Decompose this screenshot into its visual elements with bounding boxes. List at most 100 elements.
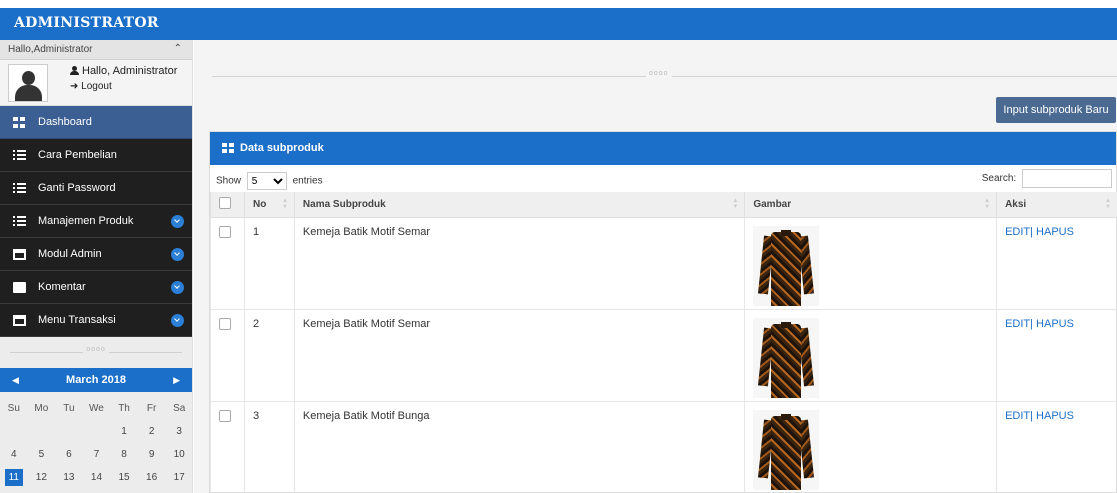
calendar-day[interactable]: 7 [83, 443, 111, 466]
table-row: 2 Kemeja Batik Motif Semar EDIT| HAPUS [210, 308, 1117, 402]
sidebar-item-label: Manajemen Produk [38, 215, 134, 227]
column-header-action[interactable]: Aksi ▲ ▼ [996, 192, 1117, 218]
sidebar-item-label: Dashboard [38, 116, 92, 128]
edit-delete-link[interactable]: EDIT| HAPUS [1005, 318, 1074, 330]
sort-icon: ▲ ▼ [984, 198, 991, 210]
calendar-weekday: Tu [63, 403, 75, 414]
arrow-right-icon: ➜ [70, 81, 79, 92]
search-input[interactable] [1022, 169, 1112, 188]
row-image-cell [744, 308, 998, 402]
chevron-down-icon[interactable] [171, 215, 184, 228]
product-image [753, 225, 820, 306]
calendar-header: ◀ March 2018 ▶ [0, 368, 192, 392]
row-no: 3 [243, 400, 295, 493]
row-no: 2 [243, 308, 295, 402]
select-all-header [210, 192, 245, 218]
user-panel-header[interactable]: Hallo,Administrator ⌃ [0, 40, 192, 60]
calendar-day[interactable]: 2 [138, 420, 166, 443]
chevron-down-icon[interactable] [171, 314, 184, 327]
row-checkbox[interactable] [219, 409, 231, 422]
add-subproduct-button[interactable]: Input subproduk Baru [996, 97, 1116, 123]
main-content: oooo Input subproduk Baru Data subproduk… [194, 40, 1117, 493]
calendar-day-number: 11 [4, 469, 23, 486]
list-icon [13, 216, 26, 227]
column-header-name[interactable]: Nama Subproduk ▲ ▼ [293, 192, 746, 218]
show-label: Show [216, 175, 242, 187]
select-all-checkbox[interactable] [219, 196, 231, 209]
sidebar: Hallo,Administrator ⌃ Hallo, Administrat… [0, 40, 193, 493]
calendar-day [28, 420, 56, 443]
calendar-day[interactable]: 14 [83, 466, 111, 489]
row-image-cell [744, 216, 998, 310]
calendar-day[interactable]: 4 [0, 443, 28, 466]
top-bar: ADMINISTRATOR [0, 0, 1117, 40]
row-checkbox[interactable] [219, 317, 231, 330]
calendar-grid: Su Mo Tu We Th Fr Sa 1 2 3 4 5 6 7 8 9 10 11 12 13 14 15 16 17 [0, 397, 193, 489]
calendar-day[interactable]: 6 [55, 443, 83, 466]
sidebar-item-cara-pembelian[interactable]: Cara Pembelian [0, 139, 192, 172]
calendar-day[interactable]: 9 [138, 443, 166, 466]
calendar-day[interactable]: 5 [28, 443, 56, 466]
logout-link[interactable]: ➜ Logout [70, 81, 177, 92]
calendar-day[interactable]: 3 [165, 420, 193, 443]
user-greeting-text: Hallo, Administrator [82, 65, 178, 77]
data-panel: Data subproduk Show 5 entries Search: No… [209, 131, 1117, 493]
list-icon [13, 183, 26, 194]
calendar-day-number: 2 [148, 426, 155, 437]
chevron-up-icon[interactable]: ⌃ [174, 43, 182, 54]
logout-label: Logout [81, 81, 112, 92]
calendar-day-number: 14 [90, 472, 103, 483]
list-icon [13, 150, 26, 161]
calendar-day[interactable]: 10 [165, 443, 193, 466]
separator-dots: oooo [646, 70, 672, 77]
table-row: 3 Kemeja Batik Motif Bunga EDIT| HAPUS [210, 400, 1117, 493]
calendar-day[interactable]: 17 [165, 466, 193, 489]
calendar-weekday: Th [118, 403, 130, 414]
sidebar-item-komentar[interactable]: Komentar [0, 271, 192, 304]
sidebar-item-modul-admin[interactable]: Modul Admin [0, 238, 192, 271]
row-actions: EDIT| HAPUS [996, 216, 1117, 310]
sidebar-item-dashboard[interactable]: Dashboard [0, 106, 192, 139]
column-header-no[interactable]: No ▲ ▼ [243, 192, 295, 218]
row-select-cell [210, 308, 245, 402]
calendar-day[interactable]: 1 [110, 420, 138, 443]
product-image [753, 409, 820, 490]
sidebar-item-label: Komentar [38, 281, 86, 293]
row-actions: EDIT| HAPUS [996, 308, 1117, 402]
calendar-day-number: 12 [35, 472, 47, 483]
calendar-day-number: 17 [173, 472, 185, 483]
row-name: Kemeja Batik Motif Semar [293, 216, 746, 310]
calendar-day[interactable]: 16 [138, 466, 166, 489]
table-controls: Show 5 entries Search: [210, 165, 1116, 192]
calendar-day[interactable]: 13 [55, 466, 83, 489]
calendar-day[interactable]: 8 [110, 443, 138, 466]
user-greeting: Hallo, Administrator [70, 65, 177, 77]
chevron-right-icon[interactable]: ▶ [173, 368, 180, 392]
user-panel-title: Hallo,Administrator [8, 44, 93, 55]
calendar-weekday: Mo [34, 403, 49, 414]
sort-icon: ▲ ▼ [281, 198, 288, 210]
sidebar-item-manajemen-produk[interactable]: Manajemen Produk [0, 205, 192, 238]
sidebar-item-ganti-password[interactable]: Ganti Password [0, 172, 192, 205]
calendar-weekday: Sa [173, 403, 186, 414]
panel-header: Data subproduk [210, 132, 1116, 165]
edit-delete-link[interactable]: EDIT| HAPUS [1005, 410, 1074, 422]
row-checkbox[interactable] [219, 225, 231, 238]
column-label: Gambar [753, 198, 792, 210]
calendar-day[interactable]: 12 [28, 466, 56, 489]
calendar-day[interactable]: 15 [110, 466, 138, 489]
user-info: Hallo, Administrator ➜ Logout [70, 65, 177, 96]
chevron-down-icon[interactable] [171, 281, 184, 294]
panel-title: Data subproduk [240, 142, 324, 154]
chevron-left-icon[interactable]: ◀ [12, 368, 19, 392]
calendar-weekday: Su [7, 403, 20, 414]
calendar-weekday: We [89, 403, 104, 414]
sidebar-item-menu-transaksi[interactable]: Menu Transaksi [0, 304, 192, 337]
page-length-select[interactable]: 5 [246, 172, 287, 190]
grid-icon [222, 143, 234, 153]
header-bar: ADMINISTRATOR [0, 8, 1117, 40]
calendar-day[interactable]: 11 [0, 466, 28, 489]
chevron-down-icon[interactable] [171, 248, 184, 261]
edit-delete-link[interactable]: EDIT| HAPUS [1005, 226, 1074, 238]
column-header-image[interactable]: Gambar ▲ ▼ [744, 192, 998, 218]
